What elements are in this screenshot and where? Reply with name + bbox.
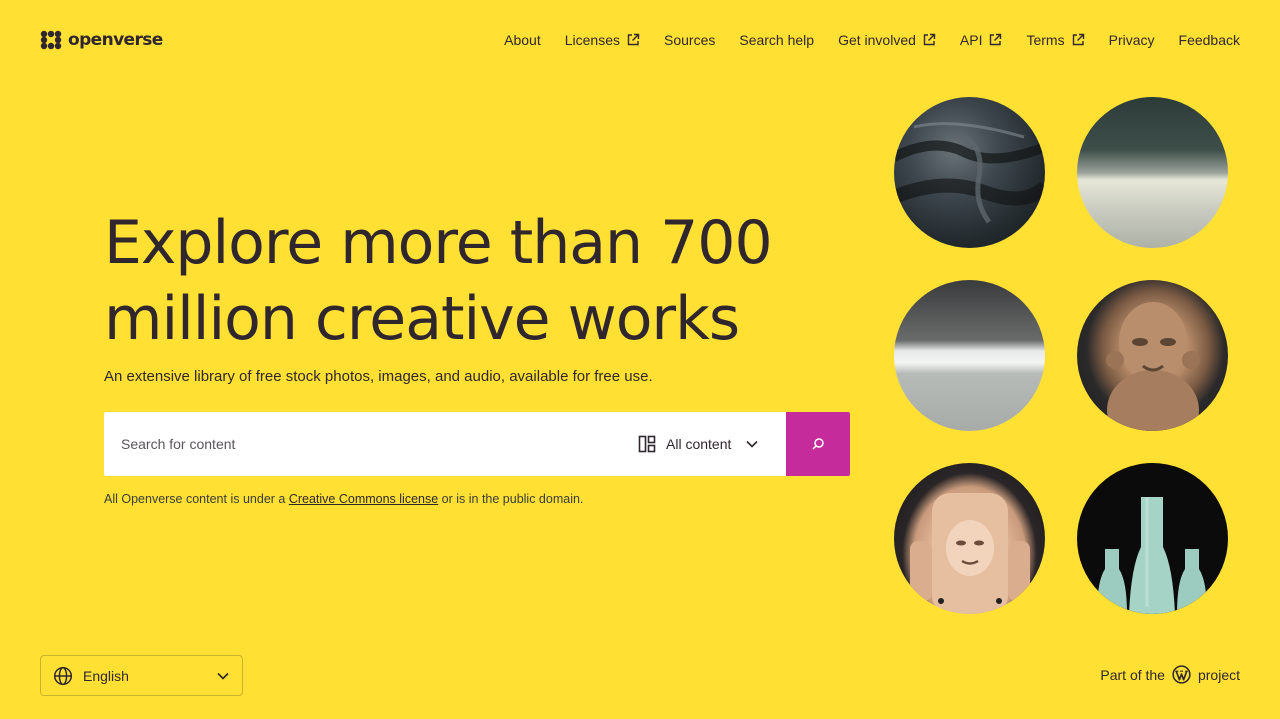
search-icon xyxy=(812,438,824,450)
nav-label: Terms xyxy=(1026,32,1065,48)
openverse-logo[interactable]: openverse xyxy=(40,29,163,51)
search-button[interactable] xyxy=(786,412,850,476)
globe-icon xyxy=(53,666,73,685)
featured-image[interactable] xyxy=(894,97,1045,248)
nav-label: Search help xyxy=(739,32,815,48)
search-bar: All content xyxy=(104,412,850,476)
external-link-icon xyxy=(990,33,1002,46)
nav-label: Sources xyxy=(664,32,716,48)
wordpress-icon xyxy=(1172,665,1191,684)
nav-about[interactable]: About xyxy=(504,32,541,48)
nav-label: About xyxy=(504,32,541,48)
nav-get-involved[interactable]: Get involved xyxy=(838,32,936,48)
featured-image-art xyxy=(894,122,1045,224)
featured-image[interactable] xyxy=(1077,280,1228,431)
nav-terms[interactable]: Terms xyxy=(1026,32,1084,48)
nav-api[interactable]: API xyxy=(960,32,1003,48)
featured-image[interactable] xyxy=(894,280,1045,431)
nav-search-help[interactable]: Search help xyxy=(739,32,814,48)
language-label: English xyxy=(83,667,129,684)
nav-label: Feedback xyxy=(1178,32,1240,48)
language-select[interactable]: English xyxy=(40,655,243,696)
search-input[interactable] xyxy=(104,412,626,476)
featured-image-art xyxy=(1106,302,1200,431)
featured-image-art xyxy=(1097,497,1207,614)
chevron-down-icon xyxy=(746,440,758,448)
openverse-logo-icon xyxy=(40,30,62,50)
creative-commons-link[interactable]: Creative Commons license xyxy=(289,492,438,506)
part-of-wordpress[interactable]: Part of the project xyxy=(1100,665,1240,684)
site-header: openverse About Licenses Sources Search … xyxy=(0,0,1280,80)
content-grid-icon xyxy=(638,435,656,453)
part-of-suffix: project xyxy=(1197,666,1240,683)
content-type-label: All content xyxy=(666,436,732,452)
featured-image[interactable] xyxy=(894,463,1045,614)
license-note-suffix: or is in the public domain. xyxy=(438,492,584,506)
part-of-prefix: Part of the xyxy=(1100,666,1165,683)
license-note: All Openverse content is under a Creativ… xyxy=(104,492,583,506)
content-type-select[interactable]: All content xyxy=(626,412,786,476)
nav-label: Licenses xyxy=(564,32,620,48)
license-note-prefix: All Openverse content is under a xyxy=(104,492,289,506)
featured-image[interactable] xyxy=(1077,97,1228,248)
nav-feedback[interactable]: Feedback xyxy=(1179,32,1240,48)
nav-privacy[interactable]: Privacy xyxy=(1109,32,1155,48)
nav-label: Privacy xyxy=(1108,32,1155,48)
nav-label: API xyxy=(959,32,983,48)
chevron-down-icon xyxy=(217,672,229,680)
external-link-icon xyxy=(627,33,640,46)
hero-title: Explore more than 700 million creative w… xyxy=(104,208,773,354)
nav-label: Get involved xyxy=(838,32,916,48)
hero-subtitle: An extensive library of free stock photo… xyxy=(104,368,653,385)
featured-image[interactable] xyxy=(1077,463,1228,614)
nav-licenses[interactable]: Licenses xyxy=(565,32,640,48)
main-nav: About Licenses Sources Search help Get i… xyxy=(504,30,1240,50)
external-link-icon xyxy=(1072,33,1084,46)
external-link-icon xyxy=(923,33,936,46)
logo-text: openverse xyxy=(68,30,163,50)
featured-image-art xyxy=(910,493,1030,614)
nav-sources[interactable]: Sources xyxy=(664,32,715,48)
